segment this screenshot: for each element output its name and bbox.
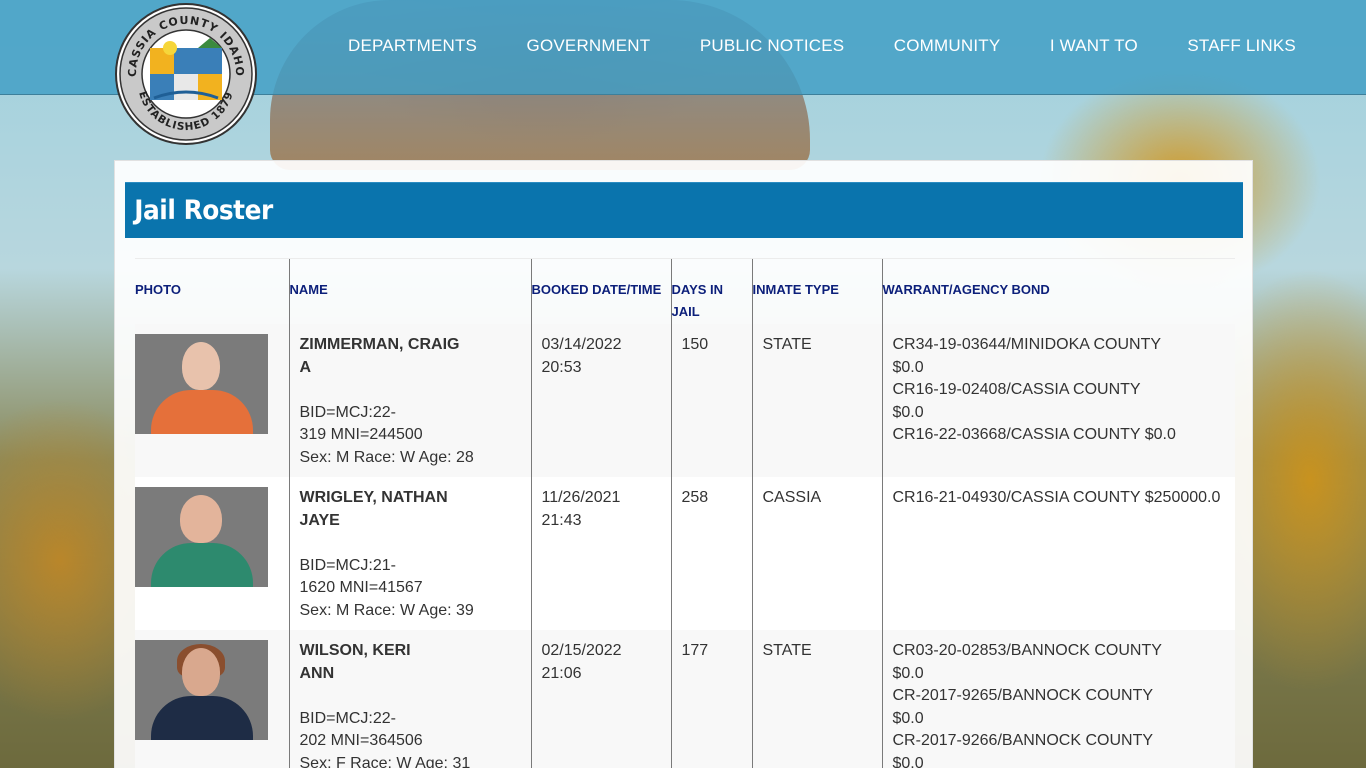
- photo-cell: [135, 324, 289, 477]
- inmate-name-line2: JAYE: [299, 511, 340, 529]
- inmate-bid-line2: 202 MNI=364506: [299, 732, 423, 749]
- content-panel: Jail Roster PHOTO NAME BOOKED DATE/TIME …: [114, 160, 1253, 768]
- inmate-name-line2: ANN: [299, 664, 335, 682]
- page-title-bar: Jail Roster: [125, 182, 1243, 238]
- page-title: Jail Roster: [134, 195, 273, 226]
- warrant-line: CR-2017-9266/BANNOCK COUNTY: [892, 732, 1154, 749]
- photo-cell: [135, 477, 289, 630]
- inmate-name-line1: WRIGLEY, NATHAN: [299, 489, 448, 506]
- warrant-line: CR16-22-03668/CASSIA COUNTY $0.0: [892, 426, 1176, 443]
- warrant-line: CR03-20-02853/BANNOCK COUNTY: [892, 642, 1162, 659]
- inmate-bid-line1: BID=MCJ:21-: [299, 556, 396, 574]
- main-nav: DEPARTMENTS GOVERNMENT PUBLIC NOTICES CO…: [348, 36, 1296, 56]
- nav-community[interactable]: COMMUNITY: [894, 36, 1001, 56]
- warrant-line: $0.0: [892, 754, 924, 768]
- roster-table: PHOTO NAME BOOKED DATE/TIME DAYS IN JAIL…: [135, 259, 1235, 768]
- inmate-name-line1: ZIMMERMAN, CRAIG: [299, 336, 460, 353]
- nav-departments[interactable]: DEPARTMENTS: [348, 36, 477, 56]
- type-cell: CASSIA: [751, 477, 882, 630]
- type-cell: STATE: [751, 630, 882, 768]
- booked-cell: 02/15/2022 21:06: [530, 630, 671, 768]
- booked-date: 11/26/2021: [541, 489, 621, 506]
- booked-cell: 03/14/2022 20:53: [530, 324, 671, 477]
- nav-staff-links[interactable]: STAFF LINKS: [1187, 36, 1296, 56]
- days-cell: 177: [670, 630, 752, 768]
- inmate-bid-line1: BID=MCJ:22-: [299, 403, 396, 421]
- table-row: ZIMMERMAN, CRAIG A BID=MCJ:22- 319 MNI=2…: [135, 324, 1235, 477]
- photo-cell: [135, 630, 289, 768]
- inmate-photo[interactable]: [135, 487, 268, 587]
- table-row: WRIGLEY, NATHAN JAYE BID=MCJ:21- 1620 MN…: [135, 477, 1235, 630]
- inmate-bid-line1: BID=MCJ:22-: [299, 709, 396, 727]
- header-booked[interactable]: BOOKED DATE/TIME: [530, 259, 671, 324]
- photo-head: [182, 342, 220, 390]
- nav-government[interactable]: GOVERNMENT: [527, 36, 651, 56]
- booked-cell: 11/26/2021 21:43: [530, 477, 671, 630]
- days-cell: 150: [670, 324, 752, 477]
- table-header-row: PHOTO NAME BOOKED DATE/TIME DAYS IN JAIL…: [135, 259, 1235, 324]
- nav-public-notices[interactable]: PUBLIC NOTICES: [700, 36, 845, 56]
- warrant-line: CR34-19-03644/MINIDOKA COUNTY: [892, 336, 1162, 353]
- warrant-line: CR16-19-02408/CASSIA COUNTY: [892, 381, 1141, 398]
- warrant-line: CR-2017-9265/BANNOCK COUNTY: [892, 687, 1154, 704]
- nav-i-want-to[interactable]: I WANT TO: [1050, 36, 1138, 56]
- inmate-photo[interactable]: [135, 334, 268, 434]
- warrant-cell: CR16-21-04930/CASSIA COUNTY $250000.0: [881, 477, 1235, 630]
- booked-time: 21:43: [541, 511, 582, 529]
- warrant-line: $0.0: [892, 709, 924, 727]
- photo-body: [151, 543, 253, 587]
- name-cell: WILSON, KERI ANN BID=MCJ:22- 202 MNI=364…: [288, 630, 531, 768]
- inmate-name-line1: WILSON, KERI: [299, 642, 411, 659]
- county-seal-logo[interactable]: CASSIA COUNTY IDAHO ESTABLISHED 1879: [114, 2, 258, 146]
- booked-time: 20:53: [541, 358, 582, 376]
- header-warrant[interactable]: WARRANT/AGENCY BOND: [881, 259, 1235, 324]
- photo-head: [182, 648, 220, 696]
- booked-date: 02/15/2022: [541, 642, 622, 659]
- inmate-demographics: Sex: M Race: W Age: 39: [299, 601, 474, 619]
- header-name[interactable]: NAME: [288, 259, 531, 324]
- warrant-cell: CR03-20-02853/BANNOCK COUNTY $0.0 CR-201…: [881, 630, 1235, 768]
- jail-roster: PHOTO NAME BOOKED DATE/TIME DAYS IN JAIL…: [135, 258, 1235, 768]
- warrant-line: $0.0: [892, 664, 924, 682]
- inmate-photo[interactable]: [135, 640, 268, 740]
- inmate-bid-line2: 1620 MNI=41567: [299, 579, 423, 596]
- warrant-line: $0.0: [892, 358, 924, 376]
- header-photo: PHOTO: [135, 282, 181, 297]
- table-row: WILSON, KERI ANN BID=MCJ:22- 202 MNI=364…: [135, 630, 1235, 768]
- header-type[interactable]: INMATE TYPE: [751, 259, 882, 324]
- booked-date: 03/14/2022: [541, 336, 622, 353]
- name-cell: WRIGLEY, NATHAN JAYE BID=MCJ:21- 1620 MN…: [288, 477, 531, 630]
- inmate-bid-line2: 319 MNI=244500: [299, 426, 423, 443]
- header-days[interactable]: DAYS IN JAIL: [670, 259, 752, 324]
- photo-body: [151, 696, 253, 740]
- warrant-line: $0.0: [892, 403, 924, 421]
- name-cell: ZIMMERMAN, CRAIG A BID=MCJ:22- 319 MNI=2…: [288, 324, 531, 477]
- inmate-name-line2: A: [299, 358, 312, 376]
- photo-head: [180, 495, 222, 543]
- type-cell: STATE: [751, 324, 882, 477]
- days-cell: 258: [670, 477, 752, 630]
- warrant-line: CR16-21-04930/CASSIA COUNTY $250000.0: [892, 489, 1221, 506]
- warrant-cell: CR34-19-03644/MINIDOKA COUNTY $0.0 CR16-…: [881, 324, 1235, 477]
- inmate-demographics: Sex: F Race: W Age: 31: [299, 754, 471, 768]
- photo-body: [151, 390, 253, 434]
- inmate-demographics: Sex: M Race: W Age: 28: [299, 448, 474, 466]
- booked-time: 21:06: [541, 664, 582, 682]
